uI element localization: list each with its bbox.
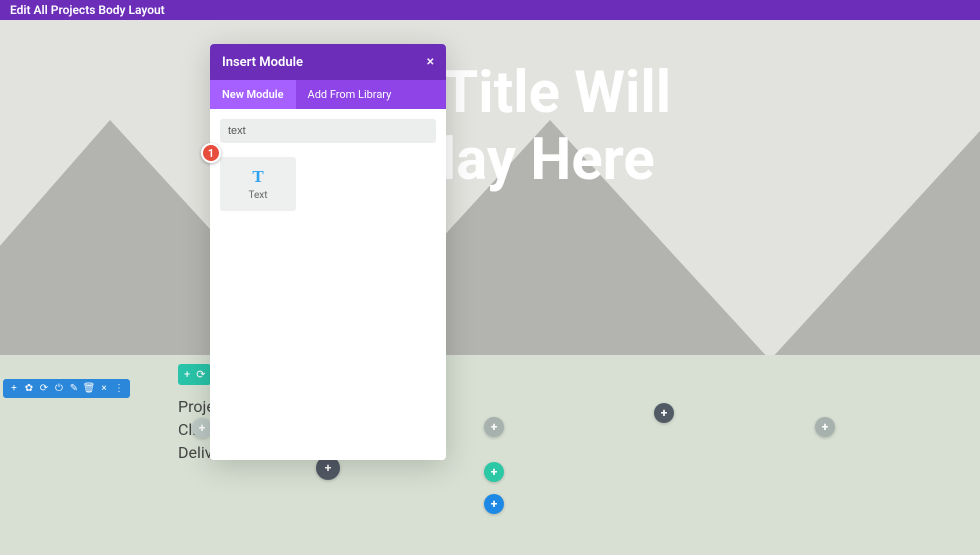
plus-icon: + [199,421,206,435]
duplicate-icon[interactable]: ⟳ [39,383,49,394]
modal-body: T Text [210,109,446,460]
modal-tabs: New Module Add From Library [210,80,446,109]
delete-icon[interactable]: 🗑 [84,383,94,394]
add-icon[interactable]: + [9,383,19,394]
power-icon[interactable]: ⏻ [54,383,64,394]
add-section-button[interactable]: + [484,494,504,514]
duplicate-icon[interactable]: ⟳ [196,368,205,381]
add-column-button[interactable]: + [815,417,835,437]
plus-icon: + [491,465,498,479]
close-icon[interactable]: × [427,54,434,70]
add-column-button[interactable]: + [192,418,212,438]
content-section: Proje Clien Deliv [0,355,980,555]
plus-icon: + [491,420,498,434]
add-module-button[interactable]: + [654,403,674,423]
module-search-input[interactable] [220,119,436,143]
edit-icon[interactable]: ✎ [69,383,79,394]
top-edit-bar: Edit All Projects Body Layout [0,0,980,20]
modal-header: Insert Module × [210,44,446,80]
text-module-icon: T [252,167,263,187]
plus-icon: + [822,420,829,434]
plus-icon: + [661,406,668,420]
hero-title: Your Title Will Display Here [0,60,980,193]
row-toolbar[interactable]: + ⟳ [178,364,211,385]
tab-new-module[interactable]: New Module [210,80,296,109]
section-toolbar[interactable]: + ✿ ⟳ ⏻ ✎ 🗑 × ⋮ [3,379,130,398]
hero-section: Your Title Will Display Here [0,20,980,355]
add-column-button[interactable]: + [484,417,504,437]
modal-title: Insert Module [222,55,303,70]
plus-icon: + [325,461,332,475]
add-row-button[interactable]: + [484,462,504,482]
insert-module-modal: Insert Module × New Module Add From Libr… [210,44,446,460]
module-grid: T Text [220,157,436,211]
tab-add-from-library[interactable]: Add From Library [296,80,404,109]
close-icon[interactable]: × [99,383,109,394]
module-tile-text[interactable]: T Text [220,157,296,211]
more-icon[interactable]: ⋮ [114,383,124,394]
add-icon[interactable]: + [184,368,190,381]
annotation-badge: 1 [201,143,221,163]
settings-icon[interactable]: ✿ [24,383,34,394]
top-bar-title: Edit All Projects Body Layout [10,3,165,17]
annotation-number: 1 [208,147,214,160]
module-tile-label: Text [248,190,267,201]
